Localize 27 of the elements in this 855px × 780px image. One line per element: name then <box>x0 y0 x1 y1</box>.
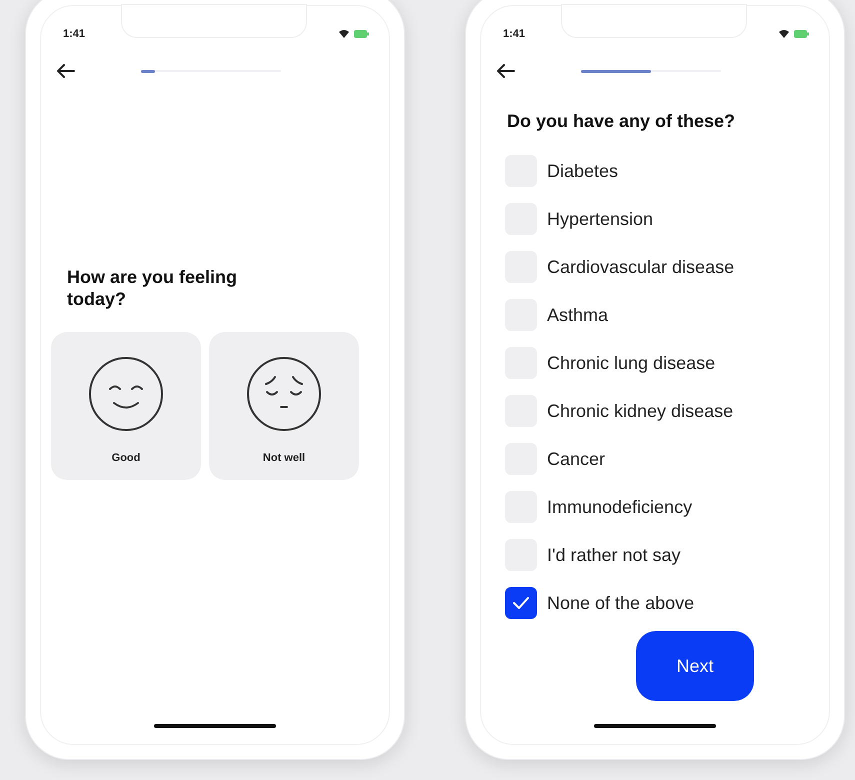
option-label: I'd rather not say <box>547 544 681 567</box>
option-label: Immunodeficiency <box>547 496 692 519</box>
battery-icon <box>794 30 809 38</box>
option-label: Chronic lung disease <box>547 352 716 375</box>
checkbox[interactable] <box>505 587 537 619</box>
option-label: Cancer <box>547 448 606 470</box>
status-time: 1:41 <box>63 26 86 42</box>
mood-option[interactable]: Good <box>51 332 201 480</box>
back-arrow-icon[interactable] <box>497 64 515 78</box>
option-label: Diabetes <box>547 160 618 182</box>
battery-icon <box>354 30 369 38</box>
sad-face-icon <box>246 356 322 432</box>
mood-option[interactable]: Not well <box>209 332 359 480</box>
back-arrow-icon[interactable] <box>57 64 75 78</box>
option-label: Asthma <box>547 304 608 326</box>
smiling-face-icon <box>88 356 164 432</box>
next-button[interactable]: Next <box>636 631 754 701</box>
question-heading: Do you have any of these? <box>507 110 736 133</box>
question-heading: How are you feeling today? <box>67 266 238 310</box>
wifi-icon <box>339 30 349 38</box>
option-label: Hypertension <box>547 208 654 231</box>
status-time: 1:41 <box>503 26 526 42</box>
checkmark-icon <box>513 597 529 609</box>
option-label: Chronic kidney disease <box>547 400 734 423</box>
wifi-icon <box>779 30 789 38</box>
option-label: Cardiovascular disease <box>547 256 734 278</box>
option-label: None of the above <box>547 592 694 614</box>
